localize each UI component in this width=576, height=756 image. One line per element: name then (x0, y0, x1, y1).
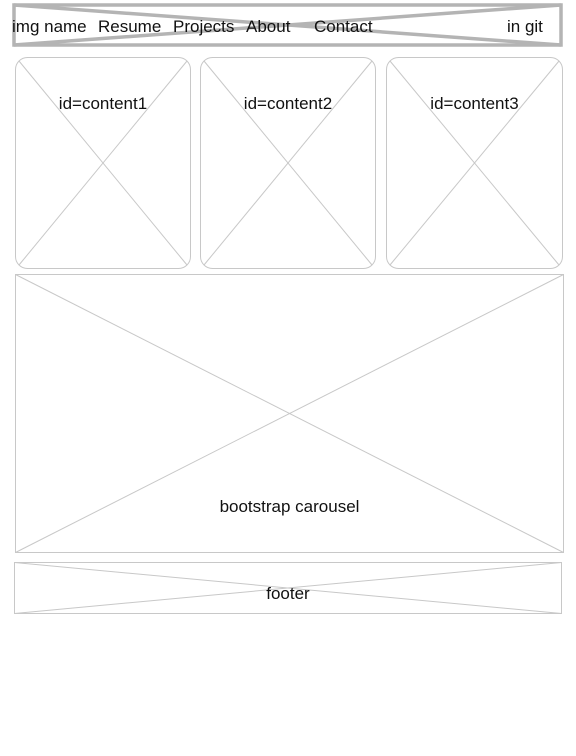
content-card-2-placeholder-x (200, 57, 376, 269)
footer-label: footer (266, 584, 310, 603)
navbar: img name Resume Projects About Contact i… (12, 3, 563, 47)
content-card-3: id=content3 (386, 57, 563, 269)
content-card-1-label: id=content1 (58, 94, 148, 113)
nav-link-resume[interactable]: Resume (98, 18, 161, 35)
nav-logo-img-name[interactable]: img name (12, 18, 87, 35)
content-card-3-label: id=content3 (430, 94, 519, 113)
content-card-2: id=content2 (200, 57, 376, 269)
bootstrap-carousel[interactable]: bootstrap carousel (15, 274, 564, 553)
nav-link-about[interactable]: About (246, 18, 290, 35)
content-card-1: id=content1 (15, 57, 191, 269)
content-card-2-label: id=content2 (243, 94, 333, 113)
nav-link-projects[interactable]: Projects (173, 18, 234, 35)
footer: footer (14, 562, 562, 614)
content-card-3-placeholder-x (386, 57, 563, 269)
carousel-label: bootstrap carousel (219, 497, 360, 516)
nav-social-links[interactable]: in git (507, 18, 543, 35)
content-card-1-placeholder-x (15, 57, 191, 269)
nav-link-contact[interactable]: Contact (314, 18, 373, 35)
